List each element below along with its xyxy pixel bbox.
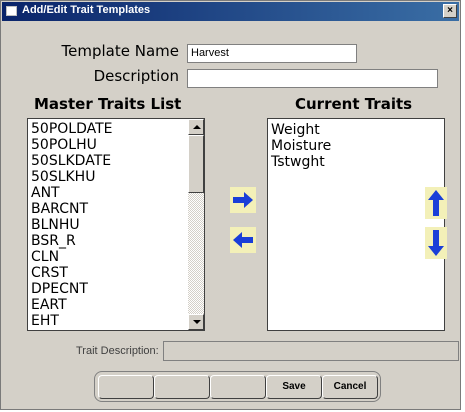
- scroll-up-icon: [193, 125, 201, 129]
- blank-button-3[interactable]: [210, 375, 266, 399]
- master-traits-header: Master Traits List: [34, 95, 182, 113]
- scroll-thumb[interactable]: [188, 135, 204, 193]
- remove-trait-button[interactable]: [230, 227, 256, 253]
- template-name-label: Template Name: [61, 42, 179, 60]
- list-item[interactable]: Weight: [268, 122, 444, 138]
- move-down-button[interactable]: [425, 227, 447, 259]
- add-trait-button[interactable]: [230, 187, 256, 213]
- list-item[interactable]: CRST: [28, 265, 204, 281]
- trait-description-label: Trait Description:: [76, 345, 159, 357]
- arrow-right-icon: [233, 192, 253, 208]
- list-item[interactable]: DPECNT: [28, 281, 204, 297]
- blank-button-2[interactable]: [154, 375, 210, 399]
- arrow-up-icon: [428, 190, 444, 216]
- master-traits-list[interactable]: 50POLDATE 50POLHU 50SLKDATE 50SLKHU ANT BARCN…: [27, 118, 205, 331]
- scroll-down-button[interactable]: [188, 314, 204, 330]
- current-traits-header: Current Traits: [295, 95, 413, 113]
- current-traits-list[interactable]: Weight Moisture Tstwght: [267, 118, 445, 331]
- list-item[interactable]: Moisture: [268, 138, 444, 154]
- description-label: Description: [93, 67, 179, 85]
- list-item[interactable]: 50POLHU: [28, 137, 204, 153]
- list-item[interactable]: BARCNT: [28, 201, 204, 217]
- list-item[interactable]: 50SLKHU: [28, 169, 204, 185]
- move-up-button[interactable]: [425, 187, 447, 219]
- list-item[interactable]: BLNHU: [28, 217, 204, 233]
- close-icon: ×: [447, 5, 453, 16]
- title-bar: Add/Edit Trait Templates ×: [2, 2, 459, 21]
- blank-button-1[interactable]: [98, 375, 154, 399]
- list-item[interactable]: CLN: [28, 249, 204, 265]
- list-item[interactable]: ANT: [28, 185, 204, 201]
- window-title: Add/Edit Trait Templates: [22, 4, 151, 16]
- cancel-button[interactable]: Cancel: [322, 375, 378, 399]
- master-list-scrollbar[interactable]: [188, 119, 204, 330]
- scroll-up-button[interactable]: [188, 119, 204, 135]
- save-button[interactable]: Save: [266, 375, 322, 399]
- template-name-input[interactable]: Harvest: [187, 44, 357, 63]
- list-item[interactable]: Tstwght: [268, 154, 444, 170]
- list-item[interactable]: BSR_R: [28, 233, 204, 249]
- close-button[interactable]: ×: [443, 4, 457, 18]
- list-item[interactable]: 50POLDATE: [28, 121, 204, 137]
- arrow-down-icon: [428, 230, 444, 256]
- trait-templates-dialog: Add/Edit Trait Templates × Template Name…: [0, 0, 461, 410]
- scroll-down-icon: [193, 320, 201, 324]
- list-item[interactable]: 50SLKDATE: [28, 153, 204, 169]
- list-item[interactable]: EART: [28, 297, 204, 313]
- list-item[interactable]: EHT: [28, 313, 204, 329]
- arrow-left-icon: [233, 232, 253, 248]
- trait-description-field: [163, 341, 459, 361]
- window-icon: [6, 6, 17, 16]
- description-input[interactable]: [187, 69, 438, 88]
